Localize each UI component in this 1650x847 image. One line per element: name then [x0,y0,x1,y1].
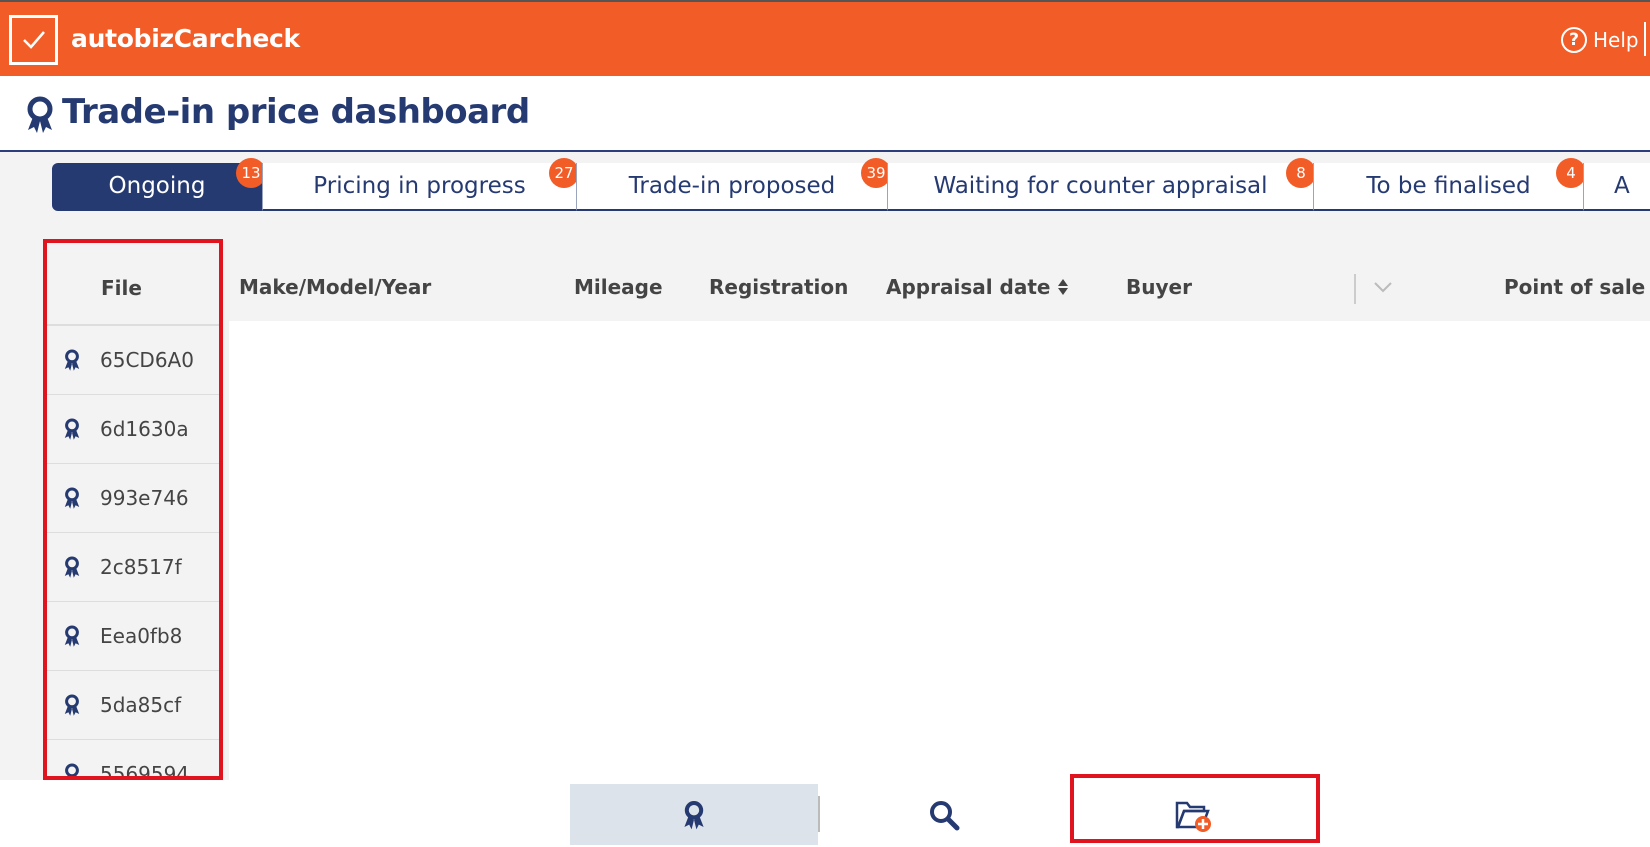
bottom-nav [0,774,1650,847]
logo[interactable] [9,15,58,65]
col-buyer[interactable]: Buyer [1126,275,1192,299]
table-body [229,321,1650,780]
sort-icon[interactable] [1057,278,1069,296]
nav-dashboard-button[interactable] [570,784,818,845]
question-icon: ? [1561,27,1587,53]
column-separator [1354,274,1356,304]
help-label: Help [1593,28,1639,52]
highlight-box [43,239,223,780]
page-title: Trade-in price dashboard [62,92,530,132]
tab-count-badge: 27 [549,158,579,188]
col-registration[interactable]: Registration [709,275,848,299]
tab-to-be-finalised[interactable]: To be finalised [1313,163,1583,211]
search-icon [930,800,960,830]
tab-waiting-counter-appraisal[interactable]: Waiting for counter appraisal [887,163,1313,211]
col-make-model-year[interactable]: Make/Model/Year [239,275,431,299]
brand-name: autobizCarcheck [71,24,300,53]
top-bar: autobizCarcheck ? Help [0,0,1650,76]
chevron-down-icon[interactable] [1373,275,1393,299]
col-appraisal-date[interactable]: Appraisal date [886,275,1069,299]
award-icon [684,800,704,829]
tab-count-badge: 4 [1556,158,1586,188]
award-icon [27,96,53,133]
divider [1644,22,1646,56]
check-icon [23,31,45,49]
col-mileage[interactable]: Mileage [574,275,663,299]
tab-trade-in-proposed[interactable]: Trade-in proposed [576,163,887,211]
help-button[interactable]: ? Help [1561,27,1639,53]
tab-ongoing[interactable]: Ongoing [52,163,262,211]
title-bar: Trade-in price dashboard [0,76,1650,152]
col-point-of-sale[interactable]: Point of sale [1504,275,1645,299]
highlight-box [1070,774,1320,843]
table-header: Make/Model/Year Mileage Registration App… [229,243,1650,321]
tab-pricing-in-progress[interactable]: Pricing in progress [262,163,576,211]
tab-overflow[interactable]: A [1583,163,1650,211]
nav-search-button[interactable] [820,784,1068,845]
tab-count-badge: 8 [1286,158,1316,188]
